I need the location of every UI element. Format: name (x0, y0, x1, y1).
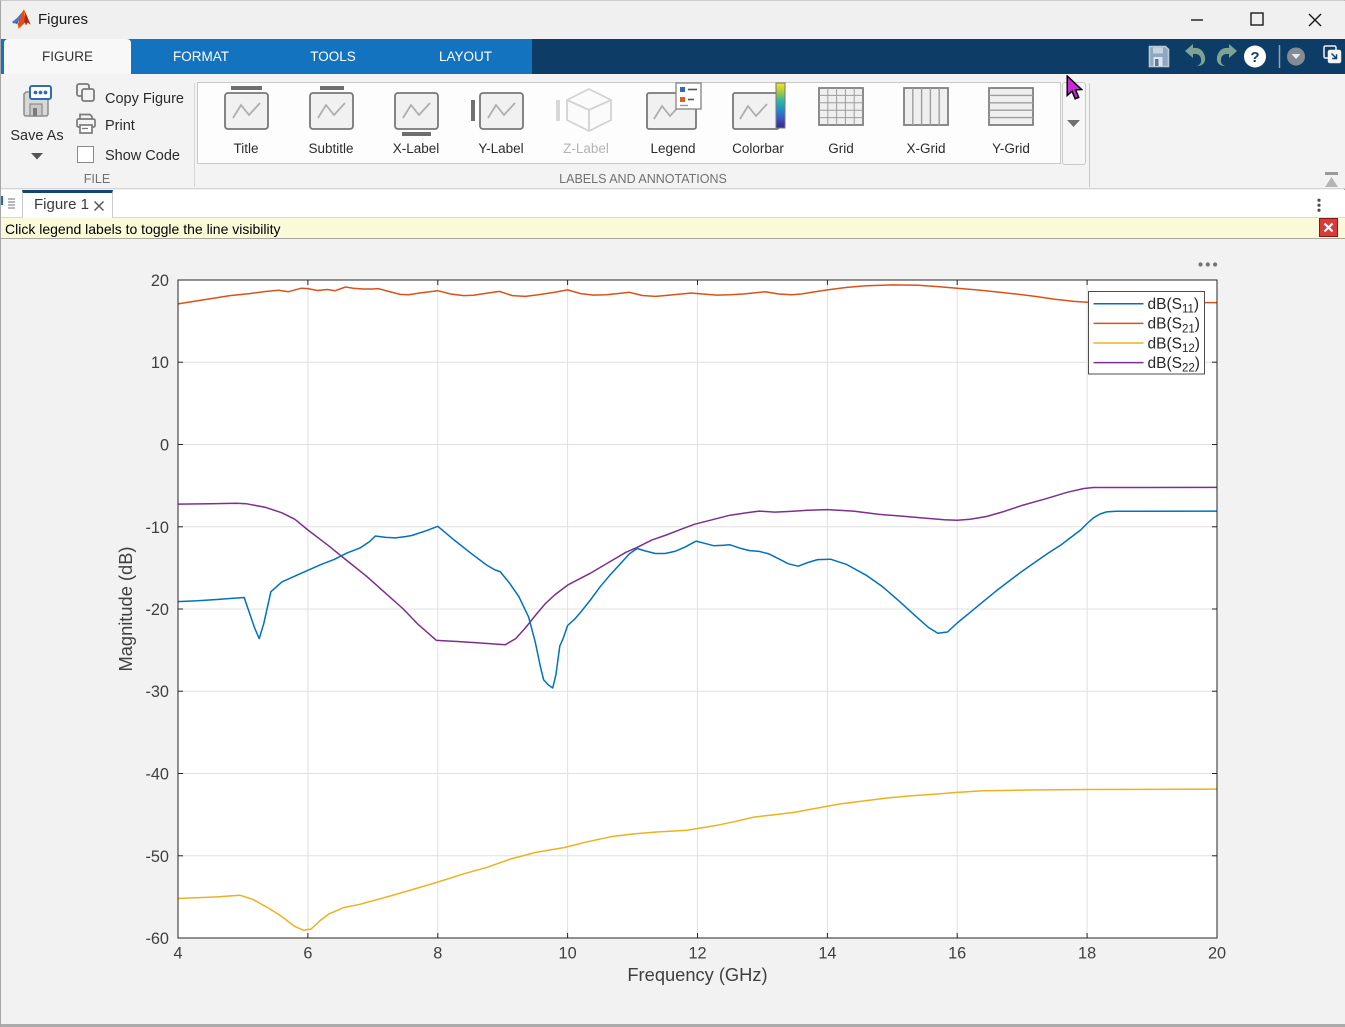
svg-text:4: 4 (173, 945, 182, 963)
svg-text:16: 16 (948, 945, 966, 963)
svg-text:20: 20 (1208, 945, 1226, 963)
svg-text:18: 18 (1078, 945, 1096, 963)
svg-text:0: 0 (160, 437, 169, 455)
svg-text:14: 14 (818, 945, 836, 963)
svg-text:20: 20 (151, 272, 169, 290)
svg-text:10: 10 (151, 354, 169, 372)
svg-text:-60: -60 (145, 930, 169, 948)
svg-text:6: 6 (303, 945, 312, 963)
svg-text:8: 8 (433, 945, 442, 963)
svg-text:10: 10 (559, 945, 577, 963)
svg-text:Frequency (GHz): Frequency (GHz) (627, 964, 767, 985)
svg-text:12: 12 (688, 945, 706, 963)
svg-text:-40: -40 (145, 766, 169, 784)
svg-text:-50: -50 (145, 848, 169, 866)
svg-text:Magnitude (dB): Magnitude (dB) (115, 547, 136, 672)
svg-text:-30: -30 (145, 683, 169, 701)
svg-text:-20: -20 (145, 601, 169, 619)
svg-text:-10: -10 (145, 519, 169, 537)
